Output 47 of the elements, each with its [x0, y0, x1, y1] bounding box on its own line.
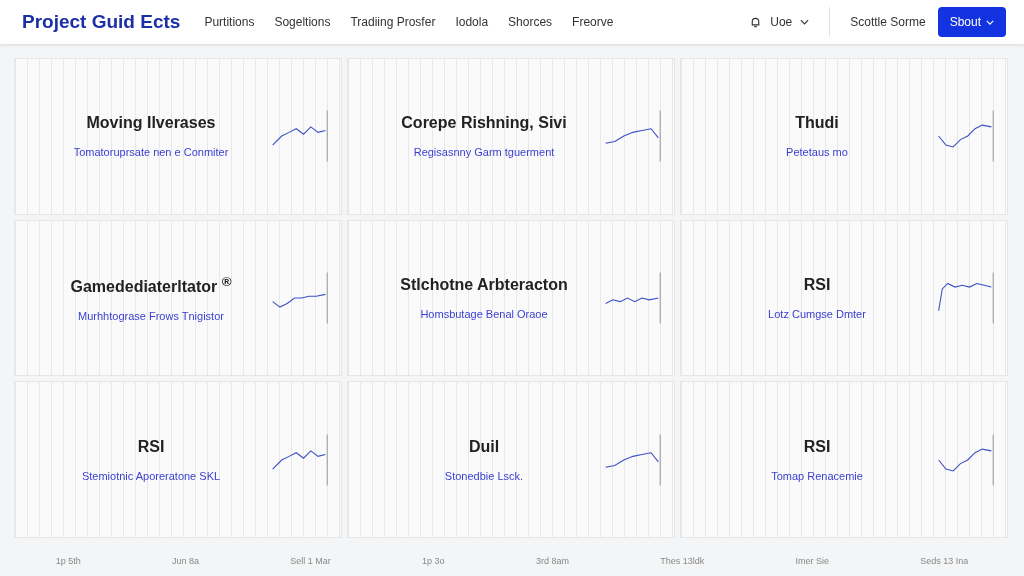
card-link[interactable]: Lotz Cumgse Dmter [768, 308, 866, 320]
card-title: Corepe Rishning, Sivi [401, 114, 567, 133]
axis-label: Imer Sie [795, 556, 829, 566]
card-link[interactable]: Tomatoruprsate nen e Conmiter [73, 146, 229, 159]
nav-link[interactable]: Shorces [508, 15, 553, 29]
user-menu[interactable]: Uoe [770, 15, 793, 29]
logo[interactable]: Project Guid Ects [22, 11, 181, 33]
nav-link[interactable]: Purtitions [204, 15, 255, 29]
indicator-card[interactable]: RSI Lotz Cumgse Dmter [680, 219, 1008, 377]
axis-label: Thes 13ldk [660, 556, 705, 566]
chevron-icon [986, 19, 994, 25]
nav-link[interactable]: Iodola [455, 15, 489, 29]
card-title: Stlchotne Arbteracton [400, 276, 568, 294]
indicator-card[interactable]: Moving Ilverases Tomatoruprsate nen e Conmiter [14, 58, 342, 215]
indicator-card[interactable]: Corepe Rishning, Sivi Regisasnny Garm tguerment [347, 58, 675, 215]
card-link[interactable]: Petetaus mo [786, 146, 848, 159]
card-link[interactable]: Homsbutage Benal Oraoe [420, 308, 548, 320]
card-title: RSI [803, 276, 831, 294]
card-title: Thudi [795, 114, 839, 133]
indicator-card[interactable]: Duil Stonedbie Lsck. [347, 381, 675, 538]
card-title: RSI [803, 437, 831, 456]
header-link[interactable]: Scottle Sorme [850, 15, 926, 29]
card-title: Gamedediaterltator $^{®}$ [70, 273, 232, 297]
axis-label: 1p 5th [55, 556, 81, 566]
card-title: Moving Ilverases [86, 114, 216, 133]
axis-label: Jun 8a [171, 556, 199, 566]
nav-link[interactable]: Freorve [572, 15, 614, 29]
card-link[interactable]: Murhhtograse Frows Tnigistor [78, 310, 224, 323]
indicator-card[interactable]: Gamedediaterltator $^{®}$ Murhhtograse Frows Tnigistor [14, 219, 342, 377]
indicator-card[interactable]: Thudi Petetaus mo [680, 58, 1008, 215]
card-title: Duil [468, 437, 500, 456]
indicator-card[interactable]: RSI Tomap Renacemie [680, 381, 1008, 538]
card-link[interactable]: Stonedbie Lsck. [444, 469, 524, 482]
nav-link[interactable]: Sogeltions [274, 15, 331, 29]
card-link[interactable]: Tomap Renacemie [771, 469, 863, 482]
nav-link[interactable]: Tradiing Prosfer [350, 15, 436, 29]
card-link[interactable]: Stemiotnic Aporeratone SKL [81, 469, 221, 482]
card-title: RSI [137, 437, 165, 456]
indicator-card[interactable]: Stlchotne Arbteracton Homsbutage Benal Oraoe [347, 219, 675, 377]
chevron-icon[interactable] [800, 19, 810, 25]
indicator-card[interactable]: RSI Stemiotnic Aporeratone SKL [14, 381, 342, 538]
axis-label: Sell 1 Mar [290, 556, 331, 566]
axis-label: 3rd 8am [535, 556, 569, 566]
axis-label: Seds 13 Ina [920, 556, 969, 566]
axis-label: 1p 3o [422, 556, 445, 566]
card-link[interactable]: Regisasnny Garm tguerment [413, 146, 555, 159]
header-button[interactable]: Sbout [937, 7, 1006, 37]
